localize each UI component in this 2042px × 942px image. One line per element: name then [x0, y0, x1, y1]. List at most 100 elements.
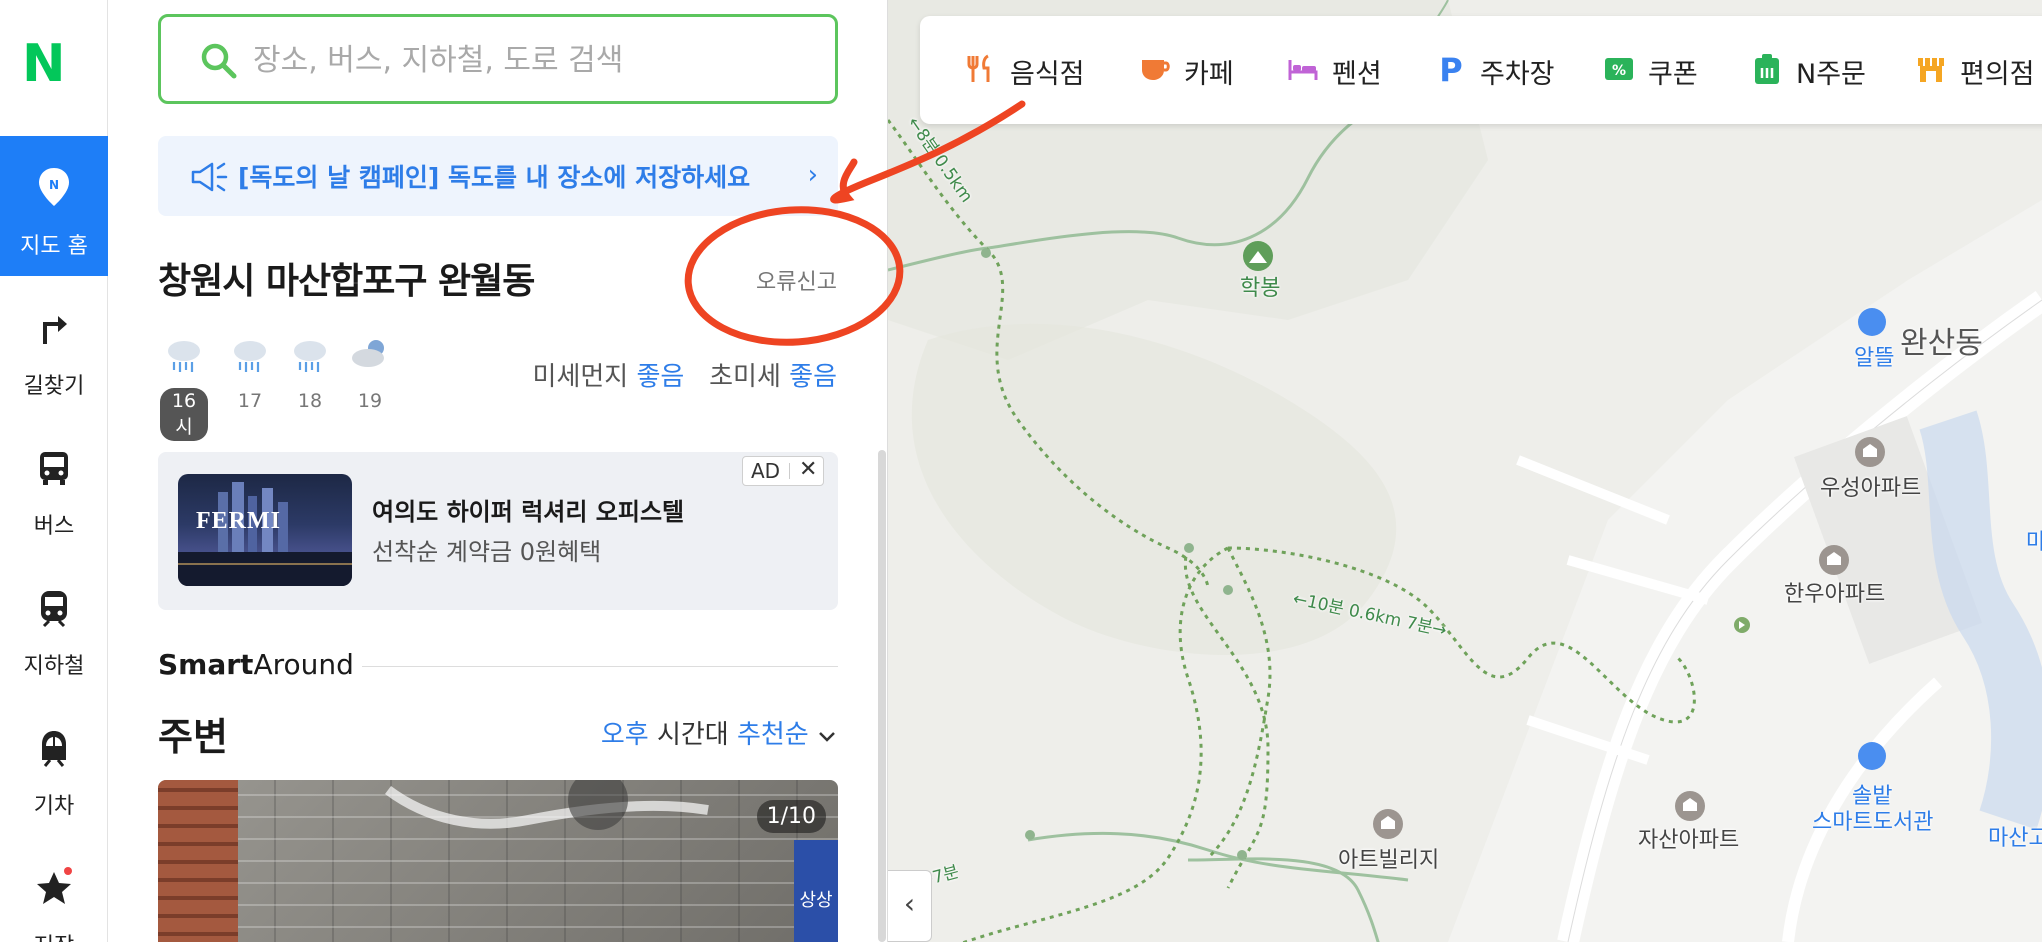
category-bar: 음식점 카페 펜션 P 주차장 % 쿠폰 N주문 편의점 — [920, 16, 2042, 124]
nearby-photo[interactable]: 상상 1/10 — [158, 780, 838, 942]
megaphone-icon — [191, 162, 228, 192]
map-label-apartment[interactable]: 자산아파트 — [1638, 822, 1739, 854]
smart-around-rest: Around — [253, 648, 354, 681]
coffee-icon — [1142, 60, 1170, 80]
svg-text:P: P — [1439, 52, 1462, 86]
map-label-edge: 마 — [2026, 530, 2042, 555]
cloudy-night-icon — [352, 340, 384, 367]
nav-label: 버스 — [33, 514, 75, 539]
coupon-icon: % — [1605, 58, 1633, 80]
campaign-banner[interactable]: [독도의 날 캠페인] 독도를 내 장소에 저장하세요 › — [158, 136, 838, 216]
bus-icon — [40, 452, 68, 485]
ad-image: FERMI — [178, 474, 352, 586]
panel-scrollbar[interactable] — [878, 450, 886, 942]
category-label: 음식점 — [1010, 59, 1085, 90]
report-error-link[interactable]: 오류신고 — [756, 264, 837, 296]
search-box[interactable] — [158, 14, 838, 104]
smart-around-bold: Smart — [158, 648, 254, 681]
nav-item-subway[interactable]: 지하철 — [0, 556, 108, 696]
weather-hour: 19 — [346, 336, 394, 414]
weather-hour-label: 17 — [237, 390, 263, 412]
category-label: 펜션 — [1332, 59, 1382, 90]
weather-hour: 16시 — [160, 336, 208, 441]
photo-roof-tiles — [158, 780, 238, 942]
fine-dust-value: 좋음 — [636, 362, 685, 392]
turn-arrow-icon — [43, 316, 67, 344]
rain-icon — [168, 341, 200, 372]
map-label-peak[interactable]: 학봉 — [1240, 270, 1280, 302]
ad-title: 여의도 하이퍼 럭셔리 오피스텔 — [372, 498, 685, 526]
nav-item-map-home[interactable]: N 지도 홈 — [0, 136, 108, 276]
train-icon — [42, 731, 66, 767]
map-canvas[interactable]: 학봉 완산동 알뜰 우성아파트 한우아파트 자산아파트 아트빌리지 솔밭 스마트… — [888, 0, 2042, 942]
weather-hour-label: 19 — [357, 390, 383, 412]
smart-around-heading: SmartAround — [158, 648, 354, 681]
divider — [362, 666, 838, 667]
star-icon — [37, 867, 72, 904]
restaurant-icon — [967, 54, 990, 82]
map-label-apartment[interactable]: 한우아파트 — [1784, 576, 1885, 608]
close-icon[interactable]: ✕ — [799, 457, 817, 482]
svg-text:N: N — [49, 178, 59, 192]
photo-storefront-sign — [368, 780, 728, 870]
photo-blue-sign: 상상 — [794, 840, 838, 942]
sort-order: 추천순 — [736, 720, 809, 750]
campaign-text: [독도의 날 캠페인] 독도를 내 장소에 저장하세요 — [238, 163, 751, 192]
rain-icon — [234, 341, 266, 372]
nav-label: 지하철 — [23, 654, 85, 679]
collapse-panel-button[interactable]: ‹ — [888, 870, 932, 942]
map-label-gas-station[interactable]: 알뜰 — [1854, 340, 1894, 372]
nav-label: 저장 — [0, 928, 108, 942]
category-label: 주차장 — [1480, 59, 1555, 90]
search-icon — [201, 43, 237, 79]
time-sort-dropdown[interactable]: 오후 시간대 추천순 — [601, 714, 837, 751]
weather-hour-label: 18 — [297, 390, 323, 412]
ad-subtitle: 선착순 계약금 0원혜택 — [372, 538, 602, 566]
rain-icon — [294, 341, 326, 372]
map-label-villa[interactable]: 아트빌리지 — [1338, 842, 1439, 874]
svg-text:%: % — [1612, 63, 1626, 79]
convenience-store-icon — [1918, 58, 1944, 82]
parking-icon: P — [1439, 52, 1462, 86]
map-label-school[interactable]: 마산고 — [1988, 820, 2042, 852]
ad-badge-divider — [789, 463, 790, 479]
side-panel: [독도의 날 캠페인] 독도를 내 장소에 저장하세요 › 창원시 마산합포구 … — [108, 0, 888, 942]
nav-item-train[interactable]: 기차 — [0, 696, 108, 836]
nav-item-directions[interactable]: 길찾기 — [0, 276, 108, 416]
ultrafine-dust-value: 좋음 — [789, 362, 837, 392]
nav-label: 길찾기 — [23, 374, 85, 399]
nav-label: 기차 — [33, 794, 75, 819]
bed-icon — [1288, 60, 1318, 80]
photo-counter: 1/10 — [756, 800, 826, 833]
ad-label: AD — [751, 459, 781, 483]
ad-card[interactable]: FERMI 여의도 하이퍼 럭셔리 오피스텔 선착순 계약금 0원혜택 AD ✕ — [158, 452, 838, 610]
subway-icon — [41, 591, 67, 628]
weather-hour: 17 — [226, 336, 274, 414]
nav-label: 지도 홈 — [20, 234, 88, 259]
nav-item-bus[interactable]: 버스 — [0, 416, 108, 556]
category-label: 쿠폰 — [1648, 59, 1698, 90]
ad-badge: AD ✕ — [742, 456, 824, 486]
ultrafine-dust-label: 초미세 — [709, 362, 781, 392]
weather-hour-label: 16시 — [160, 388, 208, 441]
time-of-day: 오후 — [600, 720, 649, 750]
map-label-apartment[interactable]: 우성아파트 — [1820, 470, 1921, 502]
category-label: 편의점 — [1960, 59, 2035, 90]
map-pin-icon: N — [39, 168, 69, 206]
order-icon — [1755, 54, 1779, 84]
nearby-title: 주변 — [158, 715, 228, 759]
search-input[interactable] — [253, 35, 813, 85]
category-label: 카페 — [1184, 59, 1234, 90]
left-nav: N N 지도 홈 길찾기 버스 지하철 기차 — [0, 0, 108, 942]
ad-image-brand: FERMI — [196, 508, 281, 534]
category-label: N주문 — [1796, 59, 1866, 90]
fine-dust-label: 미세먼지 — [532, 362, 629, 392]
nav-item-saved[interactable]: 저장 — [0, 836, 108, 942]
map-label-dong: 완산동 — [1900, 326, 1983, 361]
naver-logo[interactable]: N — [22, 34, 66, 94]
air-quality: 미세먼지 좋음 초미세 좋음 — [533, 356, 837, 393]
chevron-right-icon: › — [807, 160, 818, 190]
map-label-library[interactable]: 스마트도서관 — [1812, 804, 1933, 836]
weather-hour: 18 — [286, 336, 334, 414]
location-title: 창원시 마산합포구 완월동 — [158, 261, 535, 302]
